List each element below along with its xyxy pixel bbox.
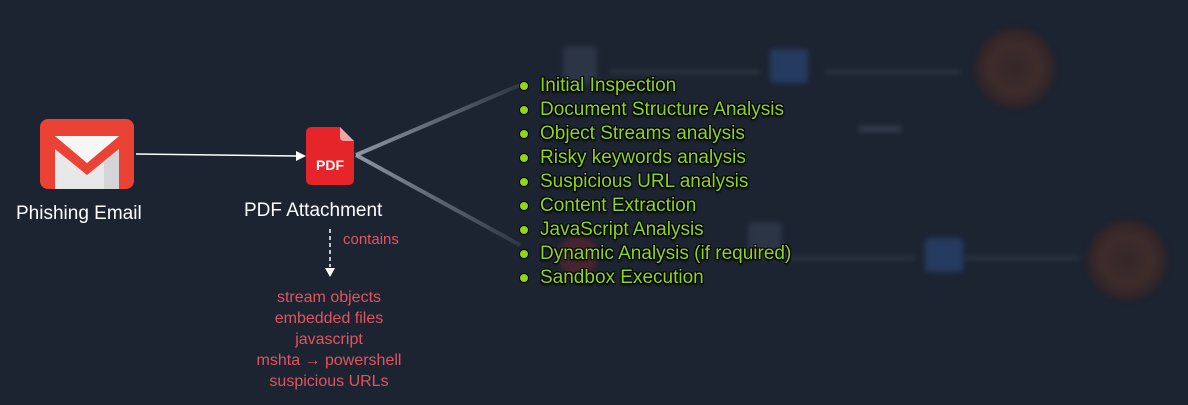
analysis-step: Content Extraction [520,194,791,218]
contains-label: contains [343,231,399,248]
arrowhead-icon [296,151,306,161]
pdf-badge-text: PDF [316,157,344,173]
analysis-step: Document Structure Analysis [520,98,791,122]
analysis-step: Sandbox Execution [520,266,791,290]
analysis-step: JavaScript Analysis [520,218,791,242]
pdf-content-item: javascript [295,331,363,348]
pdf-attachment-label: PDF Attachment [244,200,383,221]
pdf-content-item: suspicious URLs [269,373,389,390]
pdf-file-icon: PDF [306,127,354,190]
diagram-canvas: ▬▬▬ Phishing Email PDF PDF Attachment co… [0,0,1188,405]
analysis-step: Suspicious URL analysis [520,170,791,194]
analysis-steps-list: Initial Inspection Document Structure An… [520,74,791,290]
analysis-step: Initial Inspection [520,74,791,98]
arrowhead-down-icon [325,268,335,277]
email-to-pdf-arrow [135,153,299,157]
pdf-contents-list: stream objects embedded files javascript… [228,287,430,392]
pdf-content-item: stream objects [276,289,382,306]
pdf-content-item: mshta → powershell [256,352,402,369]
analysis-step: Dynamic Analysis (if required) [520,242,791,266]
analysis-step: Object Streams analysis [520,122,791,146]
gmail-icon [40,119,134,194]
analysis-step: Risky keywords analysis [520,146,791,170]
fan-line-top [355,83,521,157]
phishing-email-label: Phishing Email [16,203,142,224]
pdf-content-item: embedded files [274,310,384,327]
